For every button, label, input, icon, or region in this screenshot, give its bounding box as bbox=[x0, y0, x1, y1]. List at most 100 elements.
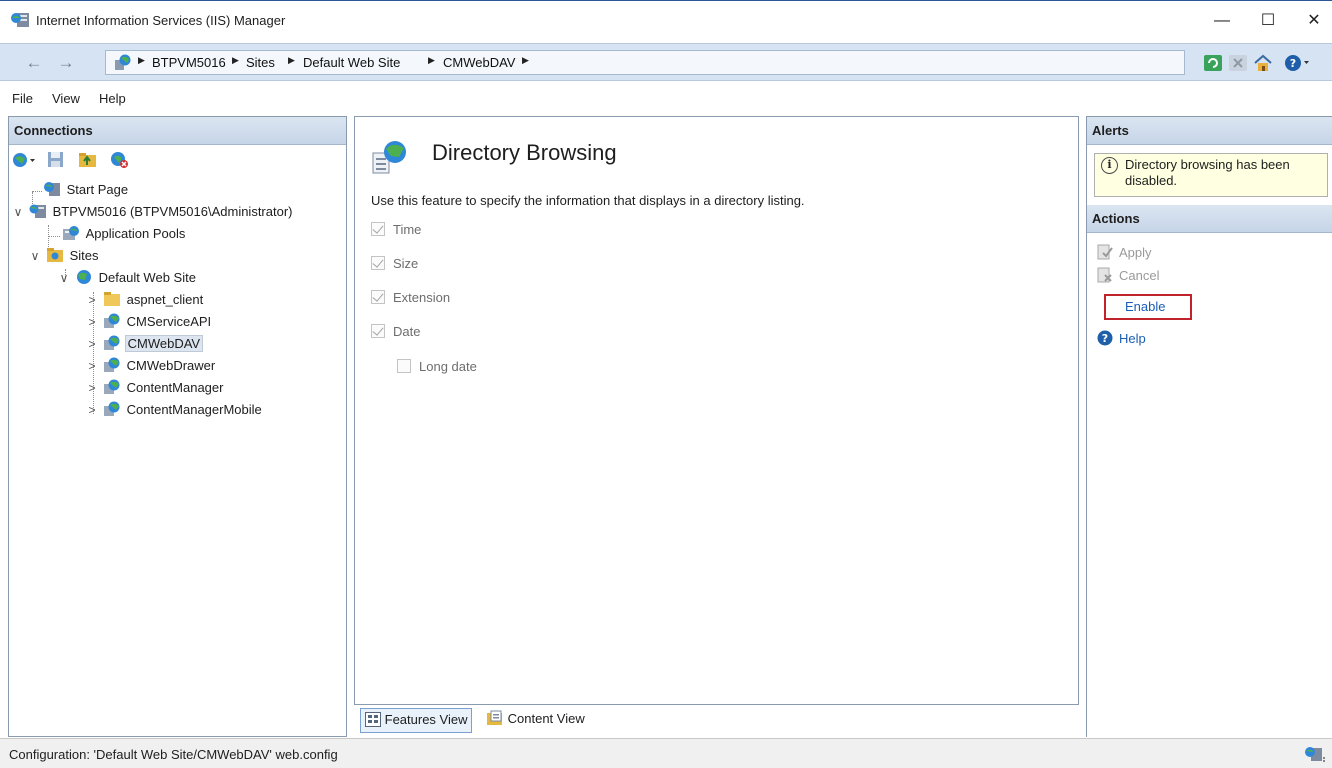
tree-item-server[interactable]: ∨ BTPVM5016 (BTPVM5016\Administrator) bbox=[11, 201, 295, 223]
address-bar: ← → ▶ BTPVM5016 ▶ Sites ▶ Default Web Si… bbox=[0, 43, 1332, 81]
feature-panel: Directory Browsing Use this feature to s… bbox=[354, 116, 1079, 705]
status-bar: Configuration: 'Default Web Site/CMWebDA… bbox=[0, 738, 1332, 768]
apply-action[interactable]: Apply bbox=[1097, 243, 1152, 263]
sites-folder-icon bbox=[46, 248, 63, 262]
web-application-icon bbox=[103, 335, 120, 350]
features-view-icon bbox=[365, 712, 381, 727]
menu-file[interactable]: File bbox=[12, 91, 33, 106]
forward-arrow-icon[interactable]: → bbox=[52, 50, 80, 76]
cancel-action[interactable]: Cancel bbox=[1097, 266, 1159, 286]
option-size[interactable]: Size bbox=[371, 256, 418, 274]
refresh-icon[interactable] bbox=[1203, 54, 1223, 72]
chevron-down-icon[interactable]: ∨ bbox=[11, 201, 25, 223]
option-long-date[interactable]: Long date bbox=[397, 359, 477, 377]
option-time[interactable]: Time bbox=[371, 222, 421, 240]
connections-panel: Connections Start Page ∨ BTPVM5016 (BTPV… bbox=[8, 116, 347, 737]
directory-browsing-icon bbox=[372, 141, 406, 174]
breadcrumb-sites[interactable]: Sites bbox=[246, 55, 275, 70]
page-title: Directory Browsing bbox=[432, 140, 617, 165]
chevron-right-icon[interactable]: > bbox=[85, 333, 99, 355]
enable-action[interactable]: Enable bbox=[1125, 297, 1165, 317]
maximize-button[interactable]: ☐ bbox=[1245, 1, 1291, 41]
time-checkbox[interactable] bbox=[371, 222, 385, 236]
web-application-icon bbox=[103, 357, 120, 372]
chevron-right-icon[interactable]: > bbox=[85, 399, 99, 421]
alerts-header: Alerts bbox=[1087, 117, 1332, 145]
tree-item-cmwebdav[interactable]: > CMWebDAV bbox=[85, 333, 204, 355]
close-button[interactable]: ✕ bbox=[1291, 1, 1332, 41]
web-application-icon bbox=[103, 313, 120, 328]
chevron-down-icon[interactable]: ∨ bbox=[28, 245, 42, 267]
connections-header: Connections bbox=[9, 117, 346, 145]
help-icon: ? bbox=[1097, 330, 1113, 346]
globe-icon bbox=[76, 270, 91, 284]
start-page-icon bbox=[43, 182, 60, 196]
menu-help[interactable]: Help bbox=[99, 91, 126, 106]
home-icon[interactable] bbox=[1253, 54, 1273, 72]
help-action[interactable]: ? Help bbox=[1097, 329, 1146, 349]
chevron-right-icon: ▶ bbox=[428, 55, 435, 65]
tree-item-cmserviceapi[interactable]: > CMServiceAPI bbox=[85, 311, 213, 333]
info-icon: i bbox=[1101, 157, 1118, 174]
content-view-tab[interactable]: Content View bbox=[482, 708, 589, 733]
tree-item-contentmanagermobile[interactable]: > ContentManagerMobile bbox=[85, 399, 264, 421]
alert-message: i Directory browsing has been disabled. bbox=[1094, 153, 1328, 197]
tree-item-application-pools[interactable]: Application Pools bbox=[44, 223, 187, 245]
svg-text:?: ? bbox=[1102, 332, 1108, 345]
minimize-button[interactable]: — bbox=[1199, 1, 1245, 41]
size-checkbox[interactable] bbox=[371, 256, 385, 270]
folder-icon bbox=[103, 292, 120, 306]
option-extension[interactable]: Extension bbox=[371, 290, 450, 308]
features-view-tab[interactable]: Features View bbox=[360, 708, 473, 733]
actions-panel: Alerts i Directory browsing has been dis… bbox=[1086, 116, 1332, 737]
feature-description: Use this feature to specify the informat… bbox=[371, 193, 805, 208]
chevron-right-icon: ▶ bbox=[288, 55, 295, 65]
breadcrumb-server[interactable]: BTPVM5016 bbox=[152, 55, 226, 70]
long-date-checkbox[interactable] bbox=[397, 359, 411, 373]
tree-item-sites[interactable]: ∨ Sites bbox=[28, 245, 101, 267]
connections-toolbar bbox=[9, 147, 346, 175]
svg-text:?: ? bbox=[1290, 57, 1296, 70]
tree-item-contentmanager[interactable]: > ContentManager bbox=[85, 377, 225, 399]
back-arrow-icon[interactable]: ← bbox=[20, 50, 48, 76]
actions-header: Actions bbox=[1087, 205, 1332, 233]
view-switcher: Features View Content View bbox=[354, 706, 1079, 738]
chevron-right-icon: ▶ bbox=[232, 55, 239, 65]
help-dropdown-icon[interactable]: ? bbox=[1284, 54, 1310, 72]
chevron-down-icon[interactable]: ∨ bbox=[57, 267, 71, 289]
chevron-right-icon: ▶ bbox=[138, 55, 145, 65]
chevron-right-icon[interactable]: > bbox=[85, 355, 99, 377]
server-icon bbox=[29, 204, 46, 218]
iis-app-icon bbox=[11, 13, 29, 27]
application-pools-icon bbox=[62, 226, 79, 240]
chevron-right-icon[interactable]: > bbox=[85, 377, 99, 399]
window-title: Internet Information Services (IIS) Mana… bbox=[36, 13, 286, 28]
status-text: Configuration: 'Default Web Site/CMWebDA… bbox=[9, 747, 338, 762]
web-application-icon bbox=[103, 379, 120, 394]
title-bar: Internet Information Services (IIS) Mana… bbox=[0, 0, 1332, 43]
stop-icon[interactable] bbox=[1228, 54, 1248, 72]
disconnect-icon[interactable] bbox=[110, 151, 130, 169]
date-checkbox[interactable] bbox=[371, 324, 385, 338]
server-status-icon bbox=[1305, 747, 1325, 762]
up-folder-icon[interactable] bbox=[78, 151, 98, 169]
extension-checkbox[interactable] bbox=[371, 290, 385, 304]
apply-icon bbox=[1097, 244, 1113, 260]
menu-view[interactable]: View bbox=[52, 91, 80, 106]
save-icon[interactable] bbox=[47, 151, 65, 169]
content-view-icon bbox=[487, 710, 502, 725]
web-application-icon bbox=[103, 401, 120, 416]
tree-item-aspnet-client[interactable]: > aspnet_client bbox=[85, 289, 205, 311]
tree-item-default-web-site[interactable]: ∨ Default Web Site bbox=[57, 267, 198, 289]
chevron-right-icon[interactable]: > bbox=[85, 311, 99, 333]
breadcrumb[interactable]: ▶ BTPVM5016 ▶ Sites ▶ Default Web Site ▶… bbox=[105, 50, 1185, 75]
tree-item-start-page[interactable]: Start Page bbox=[25, 179, 130, 201]
breadcrumb-cmwebdav[interactable]: CMWebDAV bbox=[443, 55, 515, 70]
option-date[interactable]: Date bbox=[371, 324, 420, 342]
connection-globe-icon bbox=[115, 54, 131, 70]
connect-globe-icon[interactable] bbox=[12, 151, 38, 169]
chevron-right-icon[interactable]: > bbox=[85, 289, 99, 311]
cancel-icon bbox=[1097, 267, 1112, 283]
tree-item-cmwebdrawer[interactable]: > CMWebDrawer bbox=[85, 355, 217, 377]
breadcrumb-default-web-site[interactable]: Default Web Site bbox=[303, 55, 400, 70]
